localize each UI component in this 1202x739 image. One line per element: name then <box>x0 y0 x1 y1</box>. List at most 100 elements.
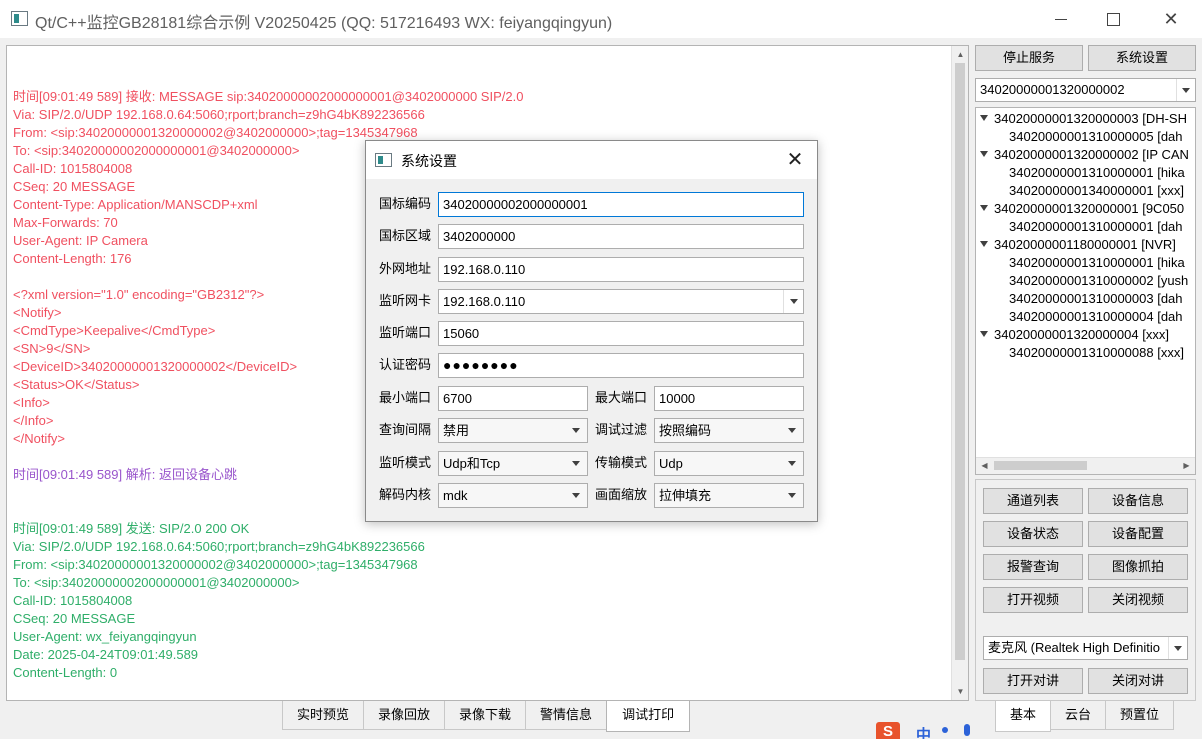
scrollbar-thumb[interactable] <box>955 63 965 660</box>
log-vertical-scrollbar[interactable]: ▲ ▼ <box>951 46 968 700</box>
tree-parent-node[interactable]: 34020000001320000004 [xxx] <box>980 326 1169 344</box>
image-capture-button[interactable]: 图像抓拍 <box>1088 554 1188 580</box>
expand-caret-icon[interactable] <box>980 331 988 337</box>
microphone-select-value: 麦克风 (Realtek High Definitio <box>988 640 1160 655</box>
tree-child-node[interactable]: 34020000001310000001 [dah <box>1009 218 1183 236</box>
chevron-down-icon <box>572 428 580 433</box>
window-title: Qt/C++监控GB28181综合示例 V20250425 (QQ: 51721… <box>35 15 613 32</box>
tree-child-node[interactable]: 34020000001310000088 [xxx] <box>1009 344 1184 362</box>
tree-child-node[interactable]: 34020000001310000002 [yush <box>1009 272 1188 290</box>
device-tree[interactable]: 34020000001320000003 [DH-SH 3402000000131… <box>975 107 1196 475</box>
auth-password-field[interactable]: ●●●●●●●● <box>438 353 804 378</box>
tree-child-node[interactable]: 34020000001310000001 [hika <box>1009 254 1185 272</box>
log-line: Content-Length: 0 <box>13 665 118 680</box>
scroll-left-arrow-icon[interactable]: ◀ <box>976 458 993 474</box>
app-icon <box>11 11 28 26</box>
device-info-button[interactable]: 设备信息 <box>1088 488 1188 514</box>
tree-parent-node[interactable]: 34020000001180000001 [NVR] <box>980 236 1176 254</box>
right-tab-bar: 基本 云台 预置位 <box>995 701 1175 732</box>
decoder-value: mdk <box>443 488 468 503</box>
tree-parent-node[interactable]: 34020000001320000003 [DH-SH <box>980 110 1187 128</box>
listen-nic-select[interactable]: 192.168.0.110 <box>438 289 804 314</box>
system-settings-dialog: 系统设置 ✕ 国标编码 34020000002000000001 国标区域 34… <box>365 140 818 522</box>
expand-caret-icon[interactable] <box>980 151 988 157</box>
chevron-down-icon <box>788 461 796 466</box>
open-talk-button[interactable]: 打开对讲 <box>983 668 1083 694</box>
tree-child-node[interactable]: 34020000001310000004 [dah <box>1009 308 1183 326</box>
scroll-down-arrow-icon[interactable]: ▼ <box>952 683 969 700</box>
tree-child-node[interactable]: 34020000001340000001 [xxx] <box>1009 182 1184 200</box>
gb-region-field[interactable]: 3402000000 <box>438 224 804 249</box>
channel-list-button[interactable]: 通道列表 <box>983 488 1083 514</box>
chevron-down-icon <box>572 493 580 498</box>
ime-icon[interactable]: 中 <box>916 724 931 739</box>
stop-service-button[interactable]: 停止服务 <box>975 45 1083 71</box>
listen-nic-label: 监听网卡 <box>379 293 432 308</box>
right-tab[interactable]: 基本 <box>995 701 1052 732</box>
log-line: From: <sip:34020000001320000002@34020000… <box>13 557 418 572</box>
chevron-down-icon <box>1176 79 1195 101</box>
tree-parent-node[interactable]: 34020000001320000001 [9C050 <box>980 200 1184 218</box>
max-port-field[interactable]: 10000 <box>654 386 804 411</box>
transport-mode-label: 传输模式 <box>595 455 648 470</box>
minimize-button[interactable] <box>1038 0 1084 38</box>
log-line: User-Agent: wx_feiyangqingyun <box>13 629 197 644</box>
punctuation-icon[interactable] <box>942 727 948 733</box>
scroll-right-arrow-icon[interactable]: ▶ <box>1178 458 1195 474</box>
sogou-icon[interactable]: S <box>876 722 900 739</box>
dialog-title-bar[interactable]: 系统设置 ✕ <box>366 141 817 179</box>
bottom-tab[interactable]: 录像回放 <box>363 701 446 730</box>
expand-caret-icon[interactable] <box>980 241 988 247</box>
bottom-tab[interactable]: 警情信息 <box>525 701 608 730</box>
auth-password-label: 认证密码 <box>379 357 432 372</box>
listen-nic-value: 192.168.0.110 <box>443 294 526 309</box>
bottom-tab[interactable]: 实时预览 <box>282 701 365 730</box>
tree-parent-node[interactable]: 34020000001320000002 [IP CAN <box>980 146 1189 164</box>
log-line: Date: 2025-04-24T09:01:49.589 <box>13 647 199 662</box>
expand-caret-icon[interactable] <box>980 115 988 121</box>
microphone-icon[interactable] <box>964 724 970 736</box>
debug-filter-value: 按照编码 <box>659 423 712 438</box>
tree-node-label: 34020000001310000003 [dah <box>1009 291 1183 306</box>
log-line: Via: SIP/2.0/UDP 192.168.0.64:5060;rport… <box>13 107 425 122</box>
close-talk-button[interactable]: 关闭对讲 <box>1088 668 1188 694</box>
tree-child-node[interactable]: 34020000001310000003 [dah <box>1009 290 1183 308</box>
decoder-select[interactable]: mdk <box>438 483 588 508</box>
transport-mode-select[interactable]: Udp <box>654 451 804 476</box>
open-video-button[interactable]: 打开视频 <box>983 587 1083 613</box>
dialog-close-button[interactable]: ✕ <box>779 147 811 173</box>
debug-filter-select[interactable]: 按照编码 <box>654 418 804 443</box>
expand-caret-icon[interactable] <box>980 205 988 211</box>
min-port-field[interactable]: 6700 <box>438 386 588 411</box>
max-port-label: 最大端口 <box>595 390 648 405</box>
alarm-query-button[interactable]: 报警查询 <box>983 554 1083 580</box>
tree-child-node[interactable]: 34020000001310000001 [hika <box>1009 164 1185 182</box>
tree-node-label: 34020000001310000005 [dah <box>1009 129 1183 144</box>
gb-code-field[interactable]: 34020000002000000001 <box>438 192 804 217</box>
device-status-button[interactable]: 设备状态 <box>983 521 1083 547</box>
listen-port-field[interactable]: 15060 <box>438 321 804 346</box>
device-select[interactable]: 34020000001320000002 <box>975 78 1196 102</box>
scrollbar-thumb[interactable] <box>994 461 1087 470</box>
tree-node-label: 34020000001320000002 [IP CAN <box>994 147 1189 162</box>
query-interval-select[interactable]: 禁用 <box>438 418 588 443</box>
tree-node-label: 34020000001180000001 [NVR] <box>994 237 1176 252</box>
maximize-button[interactable] <box>1089 0 1135 38</box>
tree-child-node[interactable]: 34020000001310000005 [dah <box>1009 128 1183 146</box>
dialog-title: 系统设置 <box>401 153 457 169</box>
bottom-tab[interactable]: 调试打印 <box>606 701 691 732</box>
chevron-down-icon <box>790 299 798 304</box>
device-config-button[interactable]: 设备配置 <box>1088 521 1188 547</box>
bottom-tab[interactable]: 录像下载 <box>444 701 527 730</box>
close-window-button[interactable]: ✕ <box>1148 0 1194 38</box>
tree-horizontal-scrollbar[interactable]: ◀ ▶ <box>976 457 1195 474</box>
wan-address-field[interactable]: 192.168.0.110 <box>438 257 804 282</box>
right-tab[interactable]: 云台 <box>1050 701 1107 730</box>
scale-select[interactable]: 拉伸填充 <box>654 483 804 508</box>
listen-mode-select[interactable]: Udp和Tcp <box>438 451 588 476</box>
right-tab[interactable]: 预置位 <box>1105 701 1175 730</box>
microphone-select[interactable]: 麦克风 (Realtek High Definitio <box>983 636 1188 660</box>
scroll-up-arrow-icon[interactable]: ▲ <box>952 46 969 63</box>
system-settings-button[interactable]: 系统设置 <box>1088 45 1196 71</box>
close-video-button[interactable]: 关闭视频 <box>1088 587 1188 613</box>
